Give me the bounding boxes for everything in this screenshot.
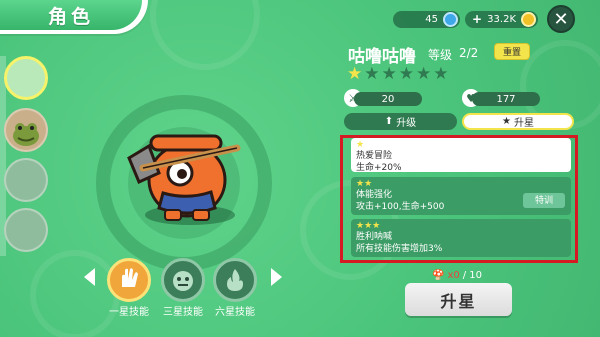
portrait-slot-empty[interactable] (4, 158, 48, 202)
perk-card-three-star: ★★★ 胜利呐喊 所有技能伤害增加3% (351, 219, 571, 257)
next-skill-arrow[interactable] (271, 268, 282, 286)
perk-desc: 生命+20% (356, 163, 402, 173)
tab-upstar[interactable]: ★ 升星 (462, 113, 574, 130)
star-rating: ★ ★ ★ ★ ★ ★ (347, 65, 449, 83)
fragment-counter: 🍄 x0 / 10 (432, 270, 482, 281)
coin-counter[interactable]: + 33.2K (465, 11, 538, 28)
portrait-slot-empty[interactable] (4, 208, 48, 252)
level-value: 2/2 (459, 46, 479, 60)
star-empty-icon: ★ (433, 64, 449, 84)
star-empty-icon: ★ (416, 64, 432, 84)
hand-icon (122, 268, 138, 287)
add-coins-button[interactable]: + (472, 12, 482, 26)
fragment-count: x0 (447, 270, 460, 281)
prev-skill-arrow[interactable] (84, 268, 95, 286)
perk-stars: ★★ (356, 179, 373, 189)
up-arrow-icon: ⬆ (384, 116, 394, 127)
coin-count: 33.2K (487, 14, 516, 25)
monster-face-icon (173, 271, 193, 291)
title-tab: 角色 (0, 0, 148, 34)
perk-card-two-star: ★★ 体能强化 攻击+100,生命+500 特训 (351, 177, 571, 215)
perk-title: 热爱冒险 (356, 151, 393, 161)
reset-button[interactable]: 重置 (494, 43, 530, 60)
special-training-button[interactable]: 特训 (523, 193, 565, 208)
skill-six-star[interactable] (213, 258, 257, 302)
portrait-slot-selected[interactable] (4, 56, 48, 100)
gem-icon (443, 12, 458, 27)
skill-six-star-label: 六星技能 (215, 307, 255, 318)
attack-stat: 20 (354, 92, 422, 106)
close-button[interactable]: ✕ (547, 5, 575, 33)
skill-three-star[interactable] (161, 258, 205, 302)
star-empty-icon: ★ (398, 64, 414, 84)
gem-counter[interactable]: 45 (393, 11, 460, 28)
star-empty-icon: ★ (381, 64, 397, 84)
close-icon: ✕ (553, 8, 569, 30)
portrait-slot-frog[interactable] (4, 108, 48, 152)
page-title: 角色 (47, 5, 94, 28)
flame-icon (227, 269, 243, 291)
tab-upgrade-label: 升级 (396, 118, 417, 129)
star-tab-icon: ★ (502, 116, 511, 127)
level-label: 等级 (428, 48, 453, 62)
perk-title: 胜利呐喊 (356, 232, 393, 242)
health-stat: 177 (472, 92, 540, 106)
perk-stars: ★★★ (356, 221, 381, 231)
title-inner: 角色 (0, 0, 142, 30)
coin-icon (521, 12, 536, 27)
fragment-total: / 10 (462, 270, 483, 281)
perk-stars: ★ (356, 140, 365, 150)
star-empty-icon: ★ (364, 64, 380, 84)
star-filled-icon: ★ (347, 64, 363, 84)
mushroom-icon: 🍄 (432, 270, 445, 281)
character-sprite (127, 134, 241, 221)
skill-one-star[interactable] (107, 258, 151, 302)
perk-card-one-star: ★ 热爱冒险 生命+20% (351, 138, 571, 173)
perk-desc: 所有技能伤害增加3% (356, 244, 443, 254)
bg-swirl (30, 250, 120, 337)
gem-count: 45 (425, 14, 438, 25)
tab-upstar-label: 升星 (513, 118, 534, 129)
tab-upgrade[interactable]: ⬆ 升级 (344, 113, 457, 130)
upstar-button[interactable]: 升星 (405, 283, 512, 316)
frog-avatar-icon (13, 123, 39, 146)
